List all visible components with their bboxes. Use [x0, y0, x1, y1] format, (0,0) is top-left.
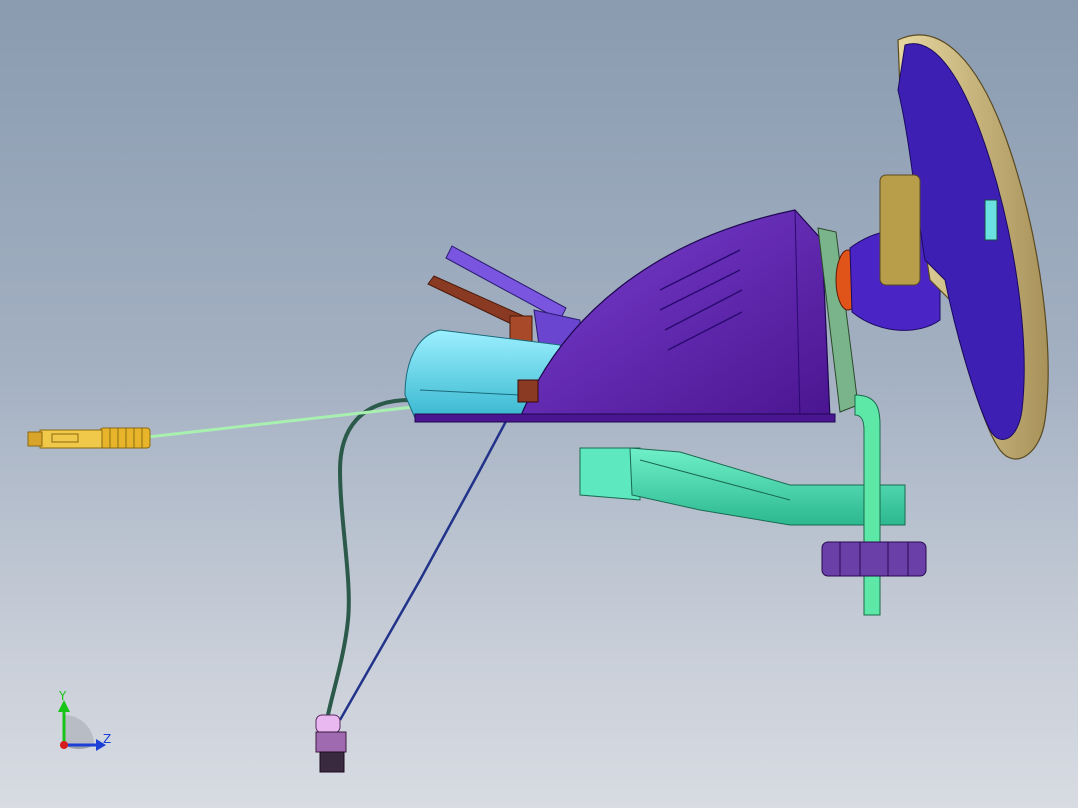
bottom-connector[interactable] — [315, 714, 347, 773]
steering-wheel-assembly-model[interactable]: Y Z — [0, 0, 1078, 808]
steering-wheel[interactable] — [879, 34, 1049, 460]
dark-green-cable — [324, 398, 411, 726]
blue-cable — [338, 394, 522, 721]
orientation-triad[interactable]: Y Z — [58, 689, 111, 751]
z-axis-label: Z — [103, 732, 111, 746]
cad-3d-viewport[interactable]: Y Z — [0, 0, 1078, 808]
clamp-knob[interactable] — [821, 541, 927, 577]
x-axis-icon — [60, 741, 68, 749]
usb-connector[interactable] — [27, 427, 151, 449]
y-axis-label: Y — [58, 689, 67, 703]
table-clamp[interactable] — [579, 447, 906, 526]
